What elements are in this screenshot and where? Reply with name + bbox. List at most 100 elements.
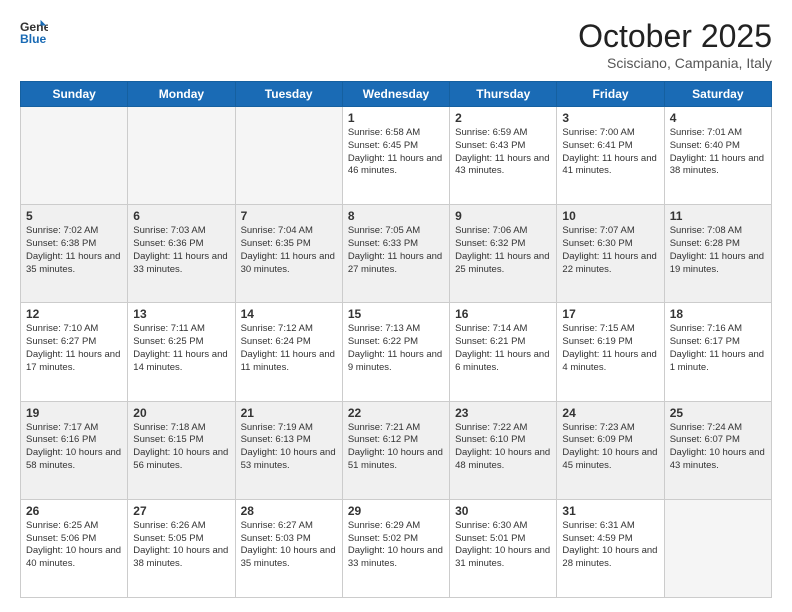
day-info: Sunrise: 7:16 AM Sunset: 6:17 PM Dayligh… (670, 323, 766, 374)
calendar-cell: 7 Sunrise: 7:04 AM Sunset: 6:35 PM Daylig… (235, 205, 342, 303)
day-info: Sunrise: 7:03 AM Sunset: 6:36 PM Dayligh… (133, 225, 229, 276)
calendar-cell: 18 Sunrise: 7:16 AM Sunset: 6:17 PM Dayli… (664, 303, 771, 401)
calendar-cell: 8Sunrise: 7:05 AM Sunset: 6:33 PM Daylig… (342, 205, 449, 303)
calendar-cell (21, 107, 128, 205)
day-number: 9 (455, 209, 551, 223)
calendar-week-3: 12 Sunrise: 7:10 AM Sunset: 6:27 PM Dayli… (21, 303, 772, 401)
calendar-cell: 22 Sunrise: 7:21 AM Sunset: 6:12 PM Dayli… (342, 401, 449, 499)
day-number: 24 (562, 406, 658, 420)
calendar-cell: 4Sunrise: 7:01 AM Sunset: 6:40 PM Daylig… (664, 107, 771, 205)
day-info: Sunrise: 6:27 AM Sunset: 5:03 PM Dayligh… (241, 520, 337, 571)
calendar-cell: 25Sunrise: 7:24 AM Sunset: 6:07 PM Dayli… (664, 401, 771, 499)
calendar-week-1: 1 Sunrise: 6:58 AM Sunset: 6:45 PM Daylig… (21, 107, 772, 205)
day-number: 30 (455, 504, 551, 518)
day-info: Sunrise: 6:30 AM Sunset: 5:01 PM Dayligh… (455, 520, 551, 571)
day-number: 2 (455, 111, 551, 125)
calendar-cell: 11Sunrise: 7:08 AM Sunset: 6:28 PM Dayli… (664, 205, 771, 303)
weekday-header-sunday: Sunday (21, 82, 128, 107)
calendar-cell: 14 Sunrise: 7:12 AM Sunset: 6:24 PM Dayli… (235, 303, 342, 401)
day-info: Sunrise: 7:15 AM Sunset: 6:19 PM Dayligh… (562, 323, 658, 374)
day-number: 5 (26, 209, 122, 223)
calendar-week-2: 5 Sunrise: 7:02 AM Sunset: 6:38 PM Daylig… (21, 205, 772, 303)
calendar-cell: 16Sunrise: 7:14 AM Sunset: 6:21 PM Dayli… (450, 303, 557, 401)
day-number: 10 (562, 209, 658, 223)
day-info: Sunrise: 7:05 AM Sunset: 6:33 PM Dayligh… (348, 225, 444, 276)
day-number: 21 (241, 406, 337, 420)
day-info: Sunrise: 7:10 AM Sunset: 6:27 PM Dayligh… (26, 323, 122, 374)
weekday-header-friday: Friday (557, 82, 664, 107)
day-info: Sunrise: 7:00 AM Sunset: 6:41 PM Dayligh… (562, 127, 658, 178)
weekday-header-tuesday: Tuesday (235, 82, 342, 107)
day-number: 7 (241, 209, 337, 223)
calendar-cell: 2 Sunrise: 6:59 AM Sunset: 6:43 PM Daylig… (450, 107, 557, 205)
weekday-header-wednesday: Wednesday (342, 82, 449, 107)
day-info: Sunrise: 6:58 AM Sunset: 6:45 PM Dayligh… (348, 127, 444, 178)
day-number: 27 (133, 504, 229, 518)
day-info: Sunrise: 6:25 AM Sunset: 5:06 PM Dayligh… (26, 520, 122, 571)
day-info: Sunrise: 7:21 AM Sunset: 6:12 PM Dayligh… (348, 422, 444, 473)
calendar-cell: 5 Sunrise: 7:02 AM Sunset: 6:38 PM Daylig… (21, 205, 128, 303)
day-number: 15 (348, 307, 444, 321)
day-info: Sunrise: 7:12 AM Sunset: 6:24 PM Dayligh… (241, 323, 337, 374)
calendar-cell: 30 Sunrise: 6:30 AM Sunset: 5:01 PM Dayli… (450, 499, 557, 597)
day-number: 25 (670, 406, 766, 420)
calendar-cell: 31 Sunrise: 6:31 AM Sunset: 4:59 PM Dayli… (557, 499, 664, 597)
logo-icon: General Blue (20, 18, 48, 46)
day-info: Sunrise: 7:13 AM Sunset: 6:22 PM Dayligh… (348, 323, 444, 374)
day-number: 19 (26, 406, 122, 420)
day-info: Sunrise: 7:23 AM Sunset: 6:09 PM Dayligh… (562, 422, 658, 473)
header: General Blue October 2025 Scisciano, Cam… (20, 18, 772, 71)
day-info: Sunrise: 7:08 AM Sunset: 6:28 PM Dayligh… (670, 225, 766, 276)
calendar-cell: 24 Sunrise: 7:23 AM Sunset: 6:09 PM Dayli… (557, 401, 664, 499)
weekday-header-row: SundayMondayTuesdayWednesdayThursdayFrid… (21, 82, 772, 107)
calendar-cell: 23 Sunrise: 7:22 AM Sunset: 6:10 PM Dayli… (450, 401, 557, 499)
day-info: Sunrise: 7:07 AM Sunset: 6:30 PM Dayligh… (562, 225, 658, 276)
month-title: October 2025 (578, 18, 772, 55)
calendar-cell: 15 Sunrise: 7:13 AM Sunset: 6:22 PM Dayli… (342, 303, 449, 401)
location: Scisciano, Campania, Italy (578, 55, 772, 71)
calendar-cell: 10 Sunrise: 7:07 AM Sunset: 6:30 PM Dayli… (557, 205, 664, 303)
day-number: 1 (348, 111, 444, 125)
calendar-table: SundayMondayTuesdayWednesdayThursdayFrid… (20, 81, 772, 598)
logo: General Blue (20, 18, 48, 46)
day-number: 31 (562, 504, 658, 518)
calendar-cell: 17 Sunrise: 7:15 AM Sunset: 6:19 PM Dayli… (557, 303, 664, 401)
day-info: Sunrise: 7:17 AM Sunset: 6:16 PM Dayligh… (26, 422, 122, 473)
weekday-header-monday: Monday (128, 82, 235, 107)
calendar-cell: 28Sunrise: 6:27 AM Sunset: 5:03 PM Dayli… (235, 499, 342, 597)
day-info: Sunrise: 7:11 AM Sunset: 6:25 PM Dayligh… (133, 323, 229, 374)
day-number: 20 (133, 406, 229, 420)
calendar-cell: 3Sunrise: 7:00 AM Sunset: 6:41 PM Daylig… (557, 107, 664, 205)
day-info: Sunrise: 7:06 AM Sunset: 6:32 PM Dayligh… (455, 225, 551, 276)
day-info: Sunrise: 6:31 AM Sunset: 4:59 PM Dayligh… (562, 520, 658, 571)
calendar-cell: 12 Sunrise: 7:10 AM Sunset: 6:27 PM Dayli… (21, 303, 128, 401)
calendar-cell: 1 Sunrise: 6:58 AM Sunset: 6:45 PM Daylig… (342, 107, 449, 205)
day-number: 22 (348, 406, 444, 420)
day-number: 14 (241, 307, 337, 321)
day-info: Sunrise: 6:26 AM Sunset: 5:05 PM Dayligh… (133, 520, 229, 571)
calendar-cell: 19 Sunrise: 7:17 AM Sunset: 6:16 PM Dayli… (21, 401, 128, 499)
day-number: 4 (670, 111, 766, 125)
calendar-cell (128, 107, 235, 205)
day-info: Sunrise: 7:02 AM Sunset: 6:38 PM Dayligh… (26, 225, 122, 276)
calendar-week-4: 19 Sunrise: 7:17 AM Sunset: 6:16 PM Dayli… (21, 401, 772, 499)
calendar-cell: 20Sunrise: 7:18 AM Sunset: 6:15 PM Dayli… (128, 401, 235, 499)
day-number: 29 (348, 504, 444, 518)
day-info: Sunrise: 6:29 AM Sunset: 5:02 PM Dayligh… (348, 520, 444, 571)
day-number: 12 (26, 307, 122, 321)
day-number: 16 (455, 307, 551, 321)
day-number: 18 (670, 307, 766, 321)
day-number: 23 (455, 406, 551, 420)
day-info: Sunrise: 7:22 AM Sunset: 6:10 PM Dayligh… (455, 422, 551, 473)
weekday-header-thursday: Thursday (450, 82, 557, 107)
calendar-cell: 27 Sunrise: 6:26 AM Sunset: 5:05 PM Dayli… (128, 499, 235, 597)
calendar-cell (235, 107, 342, 205)
day-number: 17 (562, 307, 658, 321)
calendar-cell: 9 Sunrise: 7:06 AM Sunset: 6:32 PM Daylig… (450, 205, 557, 303)
calendar-cell: 29 Sunrise: 6:29 AM Sunset: 5:02 PM Dayli… (342, 499, 449, 597)
calendar-cell: 26Sunrise: 6:25 AM Sunset: 5:06 PM Dayli… (21, 499, 128, 597)
day-info: Sunrise: 6:59 AM Sunset: 6:43 PM Dayligh… (455, 127, 551, 178)
calendar-cell: 21Sunrise: 7:19 AM Sunset: 6:13 PM Dayli… (235, 401, 342, 499)
day-number: 6 (133, 209, 229, 223)
day-info: Sunrise: 7:04 AM Sunset: 6:35 PM Dayligh… (241, 225, 337, 276)
